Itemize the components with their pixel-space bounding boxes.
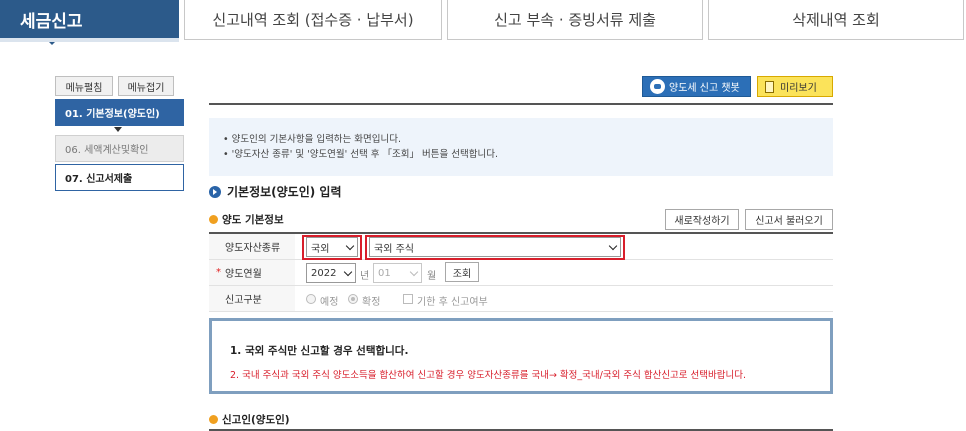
step-submit-report-label: 07. 신고서제출	[65, 174, 133, 185]
notice-line-2: 2. 국내 주식과 국외 주식 양도소득을 합산하여 신고할 경우 양도자산종류…	[230, 370, 747, 381]
asset-type-label: 양도자산종류	[209, 234, 295, 259]
tab-deleted-history[interactable]: 삭제내역 조회	[708, 0, 964, 40]
form-row-report-type: 신고구분 예정 확정 기한 후 신고여부	[209, 286, 833, 312]
asset-type-value: 국외	[311, 243, 330, 255]
info-box: • 양도인의 기본사항을 입력하는 화면입니다. • '양도자산 종류' 및 '…	[209, 118, 833, 176]
year-month-label: 양도연월	[225, 269, 262, 280]
document-icon	[765, 80, 774, 93]
new-write-button[interactable]: 새로작성하기	[665, 209, 739, 230]
section-title-text: 기본정보(양도인) 입력	[227, 185, 342, 199]
year-value: 2022	[311, 267, 337, 279]
tab-deleted-history-label: 삭제내역 조회	[792, 11, 880, 29]
month-value: 01	[378, 267, 391, 279]
chevron-down-icon	[409, 267, 419, 277]
preview-button[interactable]: 미리보기	[757, 76, 833, 97]
year-unit: 년	[360, 271, 370, 282]
tab-tax-filing-label: 세금신고	[20, 11, 83, 32]
notice-box: 1. 국외 주식만 신고할 경우 선택합니다. 2. 국내 주식과 국외 주식 …	[209, 318, 833, 394]
year-month-label-cell: * 양도연월	[209, 260, 295, 285]
section-arrow-icon	[209, 185, 221, 198]
tab-tax-filing[interactable]: 세금신고	[0, 0, 179, 45]
report-type-label: 신고구분	[209, 286, 295, 311]
sub-title-text: 양도 기본정보	[222, 214, 284, 226]
section-title: 기본정보(양도인) 입력	[209, 183, 342, 200]
step-tax-calculation-label: 06. 세액계산및확인	[65, 145, 149, 156]
chevron-down-icon	[345, 241, 355, 251]
step-down-arrow-icon	[114, 127, 122, 132]
query-button[interactable]: 조회	[445, 262, 479, 282]
radio-plan-label: 예정	[320, 297, 339, 308]
info-line: • 양도인의 기본사항을 입력하는 화면입니다.	[223, 134, 402, 145]
notice-line-1: 1. 국외 주식만 신고할 경우 선택합니다.	[230, 345, 409, 357]
menu-expand-button[interactable]: 메뉴펼침	[55, 76, 113, 96]
form-row-asset-type: 양도자산종류 국외 국외 주식	[209, 234, 833, 260]
info-line: • '양도자산 종류' 및 '양도연월' 선택 후 「조회」 버튼을 선택합니다…	[223, 149, 499, 160]
year-select[interactable]: 2022	[306, 263, 356, 283]
chatbot-icon	[650, 79, 665, 94]
asset-detail-select[interactable]: 국외 주식	[369, 237, 621, 257]
chevron-down-icon	[608, 241, 618, 251]
tab-filing-history-label: 신고내역 조회 (접수증 · 납부서)	[212, 11, 414, 29]
reporter-title: 신고인(양도인)	[222, 414, 290, 426]
asset-type-select[interactable]: 국외	[306, 237, 358, 257]
bullet-dot-icon	[209, 415, 218, 424]
content-top-divider	[209, 103, 833, 105]
radio-final[interactable]	[348, 294, 358, 304]
tab-filing-history[interactable]: 신고내역 조회 (접수증 · 납부서)	[184, 0, 442, 40]
sub-title-transfer-basic: 양도 기본정보	[209, 212, 284, 227]
step-basic-info[interactable]: 01. 기본정보(양도인)	[55, 99, 184, 126]
bullet-dot-icon	[209, 215, 218, 224]
late-report-label: 기한 후 신고여부	[417, 297, 488, 308]
tab-attachment-submit[interactable]: 신고 부속 · 증빙서류 제출	[447, 0, 703, 40]
active-tab-shadow	[0, 38, 179, 42]
radio-final-label: 확정	[362, 297, 381, 308]
tax-chatbot-label: 양도세 신고 챗봇	[669, 83, 740, 94]
step-basic-info-label: 01. 기본정보(양도인)	[65, 109, 160, 120]
load-report-button[interactable]: 신고서 불러오기	[745, 209, 833, 230]
top-tab-bar: 세금신고 신고내역 조회 (접수증 · 납부서) 신고 부속 · 증빙서류 제출…	[0, 0, 966, 45]
menu-collapse-button[interactable]: 메뉴접기	[118, 76, 174, 96]
tax-chatbot-button[interactable]: 양도세 신고 챗봇	[642, 76, 751, 97]
required-mark: *	[216, 267, 221, 278]
late-report-checkbox[interactable]	[403, 294, 413, 304]
step-tax-calculation[interactable]: 06. 세액계산및확인	[55, 135, 184, 162]
form-row-year-month: * 양도연월 2022 년 01 월 조회	[209, 260, 833, 286]
step-submit-report[interactable]: 07. 신고서제출	[55, 164, 184, 191]
sub-title-reporter: 신고인(양도인)	[209, 412, 290, 427]
preview-label: 미리보기	[780, 83, 817, 94]
chevron-down-icon	[343, 267, 353, 277]
transfer-basic-form: 양도자산종류 국외 국외 주식 * 양도연월 2022 년 01 월 조회 신고…	[209, 232, 833, 312]
month-select[interactable]: 01	[373, 263, 422, 283]
tab-attachment-submit-label: 신고 부속 · 증빙서류 제출	[494, 11, 656, 29]
radio-plan[interactable]	[306, 294, 316, 304]
month-unit: 월	[427, 271, 437, 282]
asset-detail-value: 국외 주식	[374, 243, 414, 255]
